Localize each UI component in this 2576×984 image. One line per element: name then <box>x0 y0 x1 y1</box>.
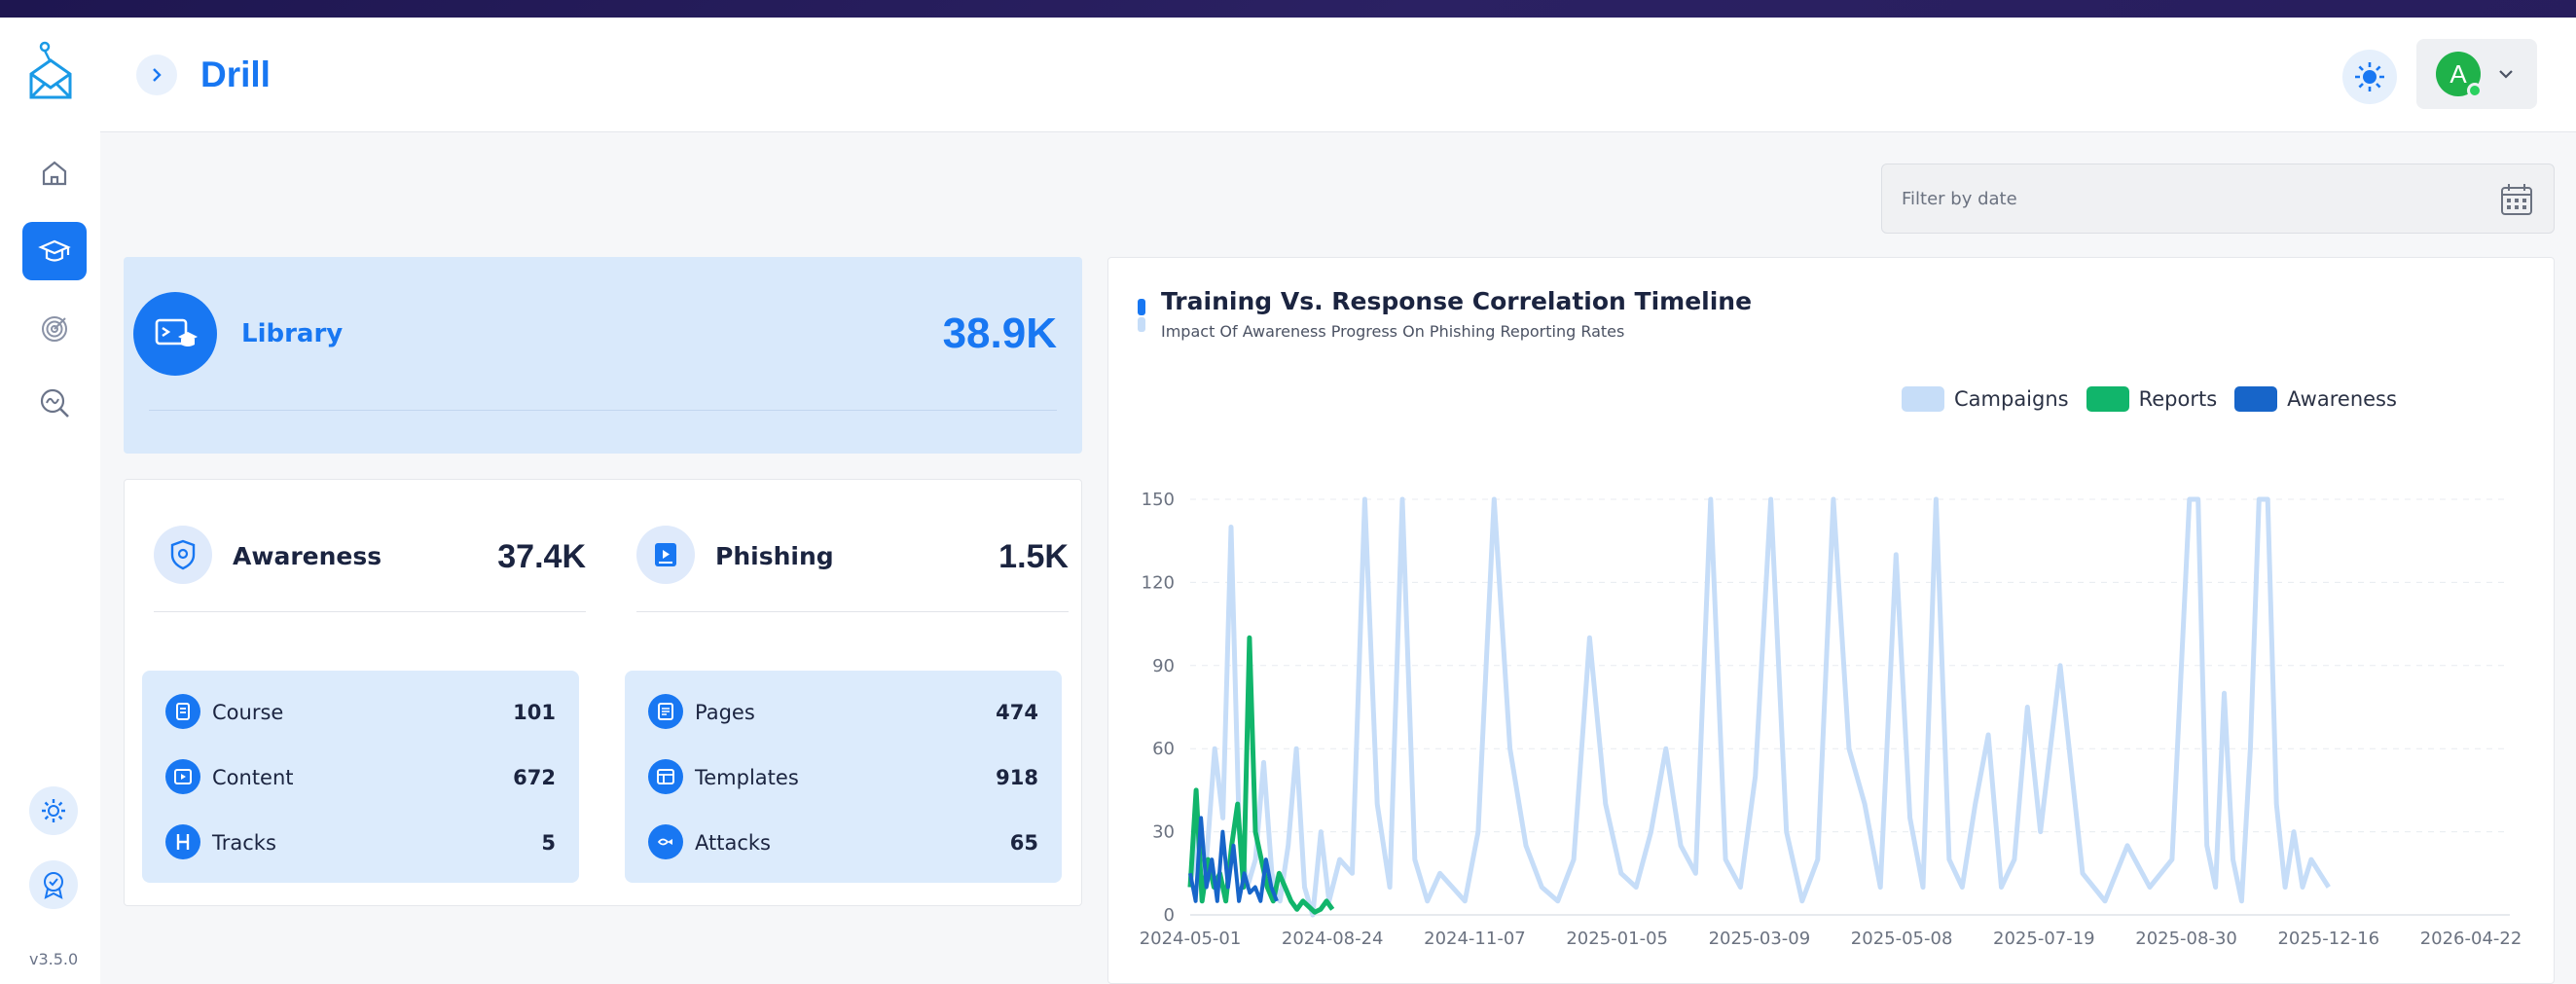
list-item-value: 5 <box>541 831 556 855</box>
sidebar-settings-button[interactable] <box>29 786 78 835</box>
y-tick-label: 60 <box>1152 739 1175 759</box>
chevron-right-icon <box>153 68 162 82</box>
library-breakdown-card: Awareness 37.4K Course 101 Content 672 T… <box>124 479 1082 906</box>
list-item-label: Course <box>212 701 284 724</box>
drill-logo-icon[interactable] <box>25 41 76 103</box>
x-tick-label: 2025-07-19 <box>1993 929 2095 949</box>
chart-plot: 0 30 60 90 120 150 2024-05-01 2024-08-24 2024-11… <box>1140 490 2522 949</box>
sidebar-item-home[interactable] <box>22 144 87 202</box>
x-tick-label: 2024-08-24 <box>1282 929 1384 949</box>
awareness-value: 37.4K <box>497 538 586 575</box>
list-item-label: Templates <box>695 766 799 789</box>
x-tick-label: 2025-01-05 <box>1566 929 1668 949</box>
app-version: v3.5.0 <box>29 950 79 968</box>
search-analytics-icon <box>40 388 69 418</box>
avatar: A <box>2436 52 2483 98</box>
series-line-campaigns <box>1187 496 2331 918</box>
list-item-pages[interactable]: Pages 474 <box>648 694 1038 733</box>
x-tick-label: 2025-05-08 <box>1851 929 1953 949</box>
awareness-section: Awareness 37.4K Course 101 Content 672 T… <box>142 480 599 907</box>
pages-icon <box>648 694 683 729</box>
library-card[interactable]: Library 38.9K <box>124 257 1082 454</box>
phishing-section: Phishing 1.5K Pages 474 Templates 918 At… <box>625 480 1082 907</box>
award-badge-icon <box>44 872 63 899</box>
x-tick-label: 2025-08-30 <box>2135 929 2237 949</box>
list-item-value: 918 <box>996 766 1038 789</box>
chevron-down-icon <box>2499 70 2513 79</box>
x-tick-label: 2025-03-09 <box>1709 929 1811 949</box>
list-item-tracks[interactable]: Tracks 5 <box>165 824 556 863</box>
phishing-video-icon <box>636 526 695 584</box>
list-item-value: 65 <box>1009 831 1038 855</box>
divider <box>154 611 586 612</box>
awareness-items: Course 101 Content 672 Tracks 5 <box>142 671 579 883</box>
templates-icon <box>648 759 683 794</box>
list-item-attacks[interactable]: Attacks 65 <box>648 824 1038 863</box>
library-value: 38.9K <box>942 310 1057 357</box>
y-tick-label: 90 <box>1152 656 1175 676</box>
divider <box>149 410 1057 411</box>
book-icon <box>165 694 200 729</box>
gear-icon <box>42 799 65 822</box>
list-item-value: 474 <box>996 701 1038 724</box>
list-item-templates[interactable]: Templates 918 <box>648 759 1038 798</box>
y-tick-label: 150 <box>1142 490 1175 510</box>
list-item-content[interactable]: Content 672 <box>165 759 556 798</box>
y-tick-label: 0 <box>1164 905 1175 926</box>
online-status-dot <box>2467 83 2483 98</box>
x-tick-label: 2025-12-16 <box>2277 929 2379 949</box>
awareness-shield-icon <box>154 526 212 584</box>
awareness-label: Awareness <box>233 542 382 570</box>
phishing-items: Pages 474 Templates 918 Attacks 65 <box>625 671 1062 883</box>
divider <box>636 611 1069 612</box>
graduation-cap-icon <box>38 239 71 262</box>
x-tick-label: 2026-04-22 <box>2420 929 2522 949</box>
user-menu[interactable]: A <box>2416 39 2537 109</box>
fishing-hook-icon <box>648 824 683 859</box>
list-item-value: 101 <box>513 701 556 724</box>
x-tick-label: 2024-11-07 <box>1424 929 1526 949</box>
list-item-label: Content <box>212 766 294 789</box>
correlation-chart-card: Training Vs. Response Correlation Timeli… <box>1107 257 2555 984</box>
list-item-value: 672 <box>513 766 556 789</box>
y-tick-label: 30 <box>1152 822 1175 843</box>
y-tick-label: 120 <box>1142 572 1175 593</box>
top-header: Drill A <box>100 18 2576 132</box>
phishing-value: 1.5K <box>998 538 1069 575</box>
home-icon <box>42 161 67 186</box>
date-filter-input[interactable]: Filter by date <box>1881 164 2555 234</box>
list-item-label: Pages <box>695 701 755 724</box>
sidebar-item-search[interactable] <box>22 374 87 432</box>
target-icon <box>42 316 67 342</box>
x-tick-label: 2024-05-01 <box>1140 929 1242 949</box>
page-title: Drill <box>200 55 271 94</box>
sidebar: v3.5.0 <box>0 18 100 984</box>
sun-icon <box>2355 62 2384 91</box>
calendar-icon[interactable] <box>2499 182 2534 217</box>
sidebar-toggle-button[interactable] <box>136 55 177 95</box>
phishing-label: Phishing <box>715 542 834 570</box>
tracks-icon <box>165 824 200 859</box>
sidebar-certificate-button[interactable] <box>29 860 78 909</box>
video-play-icon <box>165 759 200 794</box>
list-item-course[interactable]: Course 101 <box>165 694 556 733</box>
list-item-label: Tracks <box>212 831 276 855</box>
library-icon <box>133 292 217 376</box>
date-filter-placeholder: Filter by date <box>1902 189 2017 209</box>
sidebar-item-campaigns[interactable] <box>22 300 87 358</box>
main-content: Drill A Filter by date Library 38.9K Awa… <box>100 18 2576 984</box>
avatar-initial: A <box>2449 58 2467 89</box>
list-item-label: Attacks <box>695 831 771 855</box>
library-label: Library <box>241 319 344 348</box>
sidebar-item-training[interactable] <box>22 222 87 280</box>
theme-toggle-button[interactable] <box>2342 50 2397 104</box>
